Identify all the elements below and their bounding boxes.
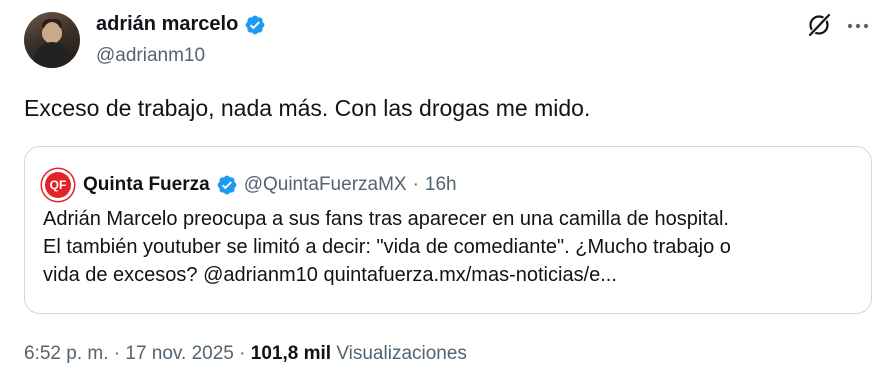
views-count[interactable]: 101,8 mil: [251, 343, 331, 364]
tweet-meta: 6:52 p. m. · 17 nov. 2025 · 101,8 mil Vi…: [24, 343, 467, 365]
author-handle[interactable]: @adrianm10: [96, 45, 205, 67]
tweet-date[interactable]: 17 nov. 2025: [125, 343, 233, 364]
avatar-head: [43, 22, 61, 44]
author-avatar[interactable]: [24, 12, 80, 68]
quoted-author-handle[interactable]: @QuintaFuerzaMX: [244, 174, 407, 196]
avatar-body: [34, 42, 70, 68]
quoted-verified-badge-icon: [217, 175, 237, 195]
quoted-tweet-header: QF Quinta Fuerza @QuintaFuerzaMX · 16h: [42, 169, 457, 201]
views-label: Visualizaciones: [336, 343, 467, 364]
author-display-name[interactable]: adrián marcelo: [96, 13, 238, 36]
quoted-text-line: Adrián Marcelo preocupa a sus fans tras …: [43, 208, 729, 230]
quoted-tweet-card[interactable]: QF Quinta Fuerza @QuintaFuerzaMX · 16h A…: [24, 146, 872, 314]
tweet-time[interactable]: 6:52 p. m.: [24, 343, 109, 364]
tweet-text: Exceso de trabajo, nada más. Con las dro…: [24, 95, 591, 121]
quoted-tweet-text: Adrián Marcelo preocupa a sus fans tras …: [43, 205, 863, 289]
quoted-timestamp[interactable]: 16h: [425, 174, 457, 196]
meta-separator-2: ·: [239, 343, 246, 364]
verified-badge-icon: [245, 15, 265, 34]
grok-icon[interactable]: [806, 12, 832, 38]
quoted-author-name[interactable]: Quinta Fuerza: [83, 174, 210, 196]
more-horizontal-icon[interactable]: [845, 16, 871, 36]
quoted-text-line: El también youtuber se limitó a decir: "…: [43, 236, 731, 258]
quoted-separator: ·: [412, 174, 419, 195]
meta-separator: ·: [113, 343, 121, 364]
quoted-author-avatar[interactable]: QF: [42, 169, 74, 201]
author-name-row: adrián marcelo: [96, 13, 266, 36]
quoted-text-line: vida de excesos? @adrianm10 quintafuerza…: [43, 264, 617, 286]
